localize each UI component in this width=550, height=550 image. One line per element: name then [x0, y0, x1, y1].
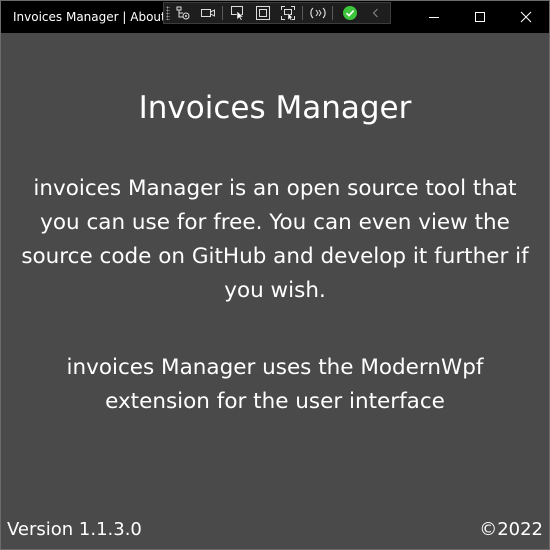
copyright-label: ©2022 [479, 519, 543, 540]
minimize-icon [429, 17, 439, 18]
ui-framework-text: invoices Manager uses the ModernWpf exte… [66, 355, 484, 414]
xaml-debug-toolbar [163, 2, 391, 24]
toolbar-separator [332, 6, 333, 20]
select-element-icon[interactable] [228, 4, 248, 22]
track-focus-icon[interactable] [278, 4, 298, 22]
toolbar-grip[interactable] [166, 6, 170, 20]
close-button[interactable] [503, 1, 549, 33]
description-text: invoices Manager is an open source tool … [21, 176, 529, 303]
collapse-toolbar-icon[interactable] [366, 4, 386, 22]
toolbar-separator [302, 6, 303, 20]
window-title: Invoices Manager | About [13, 10, 166, 24]
maximize-icon [475, 12, 485, 22]
close-icon [520, 11, 532, 23]
about-content: Invoices Manager invoices Manager is an … [1, 33, 549, 549]
live-visual-tree-icon[interactable] [173, 4, 193, 22]
version-label: Version 1.1.3.0 [7, 519, 142, 540]
app-heading: Invoices Manager [138, 90, 412, 126]
about-window: Invoices Manager | About Invoices Manage… [0, 0, 550, 550]
display-layout-adorners-icon[interactable] [253, 4, 273, 22]
binding-failures-ok-icon[interactable] [340, 4, 360, 22]
hot-reload-icon[interactable] [308, 4, 328, 22]
display-capture-icon[interactable] [198, 4, 218, 22]
maximize-button[interactable] [457, 1, 503, 33]
toolbar-separator [222, 6, 223, 20]
minimize-button[interactable] [411, 1, 457, 33]
title-bar[interactable]: Invoices Manager | About [1, 1, 549, 33]
